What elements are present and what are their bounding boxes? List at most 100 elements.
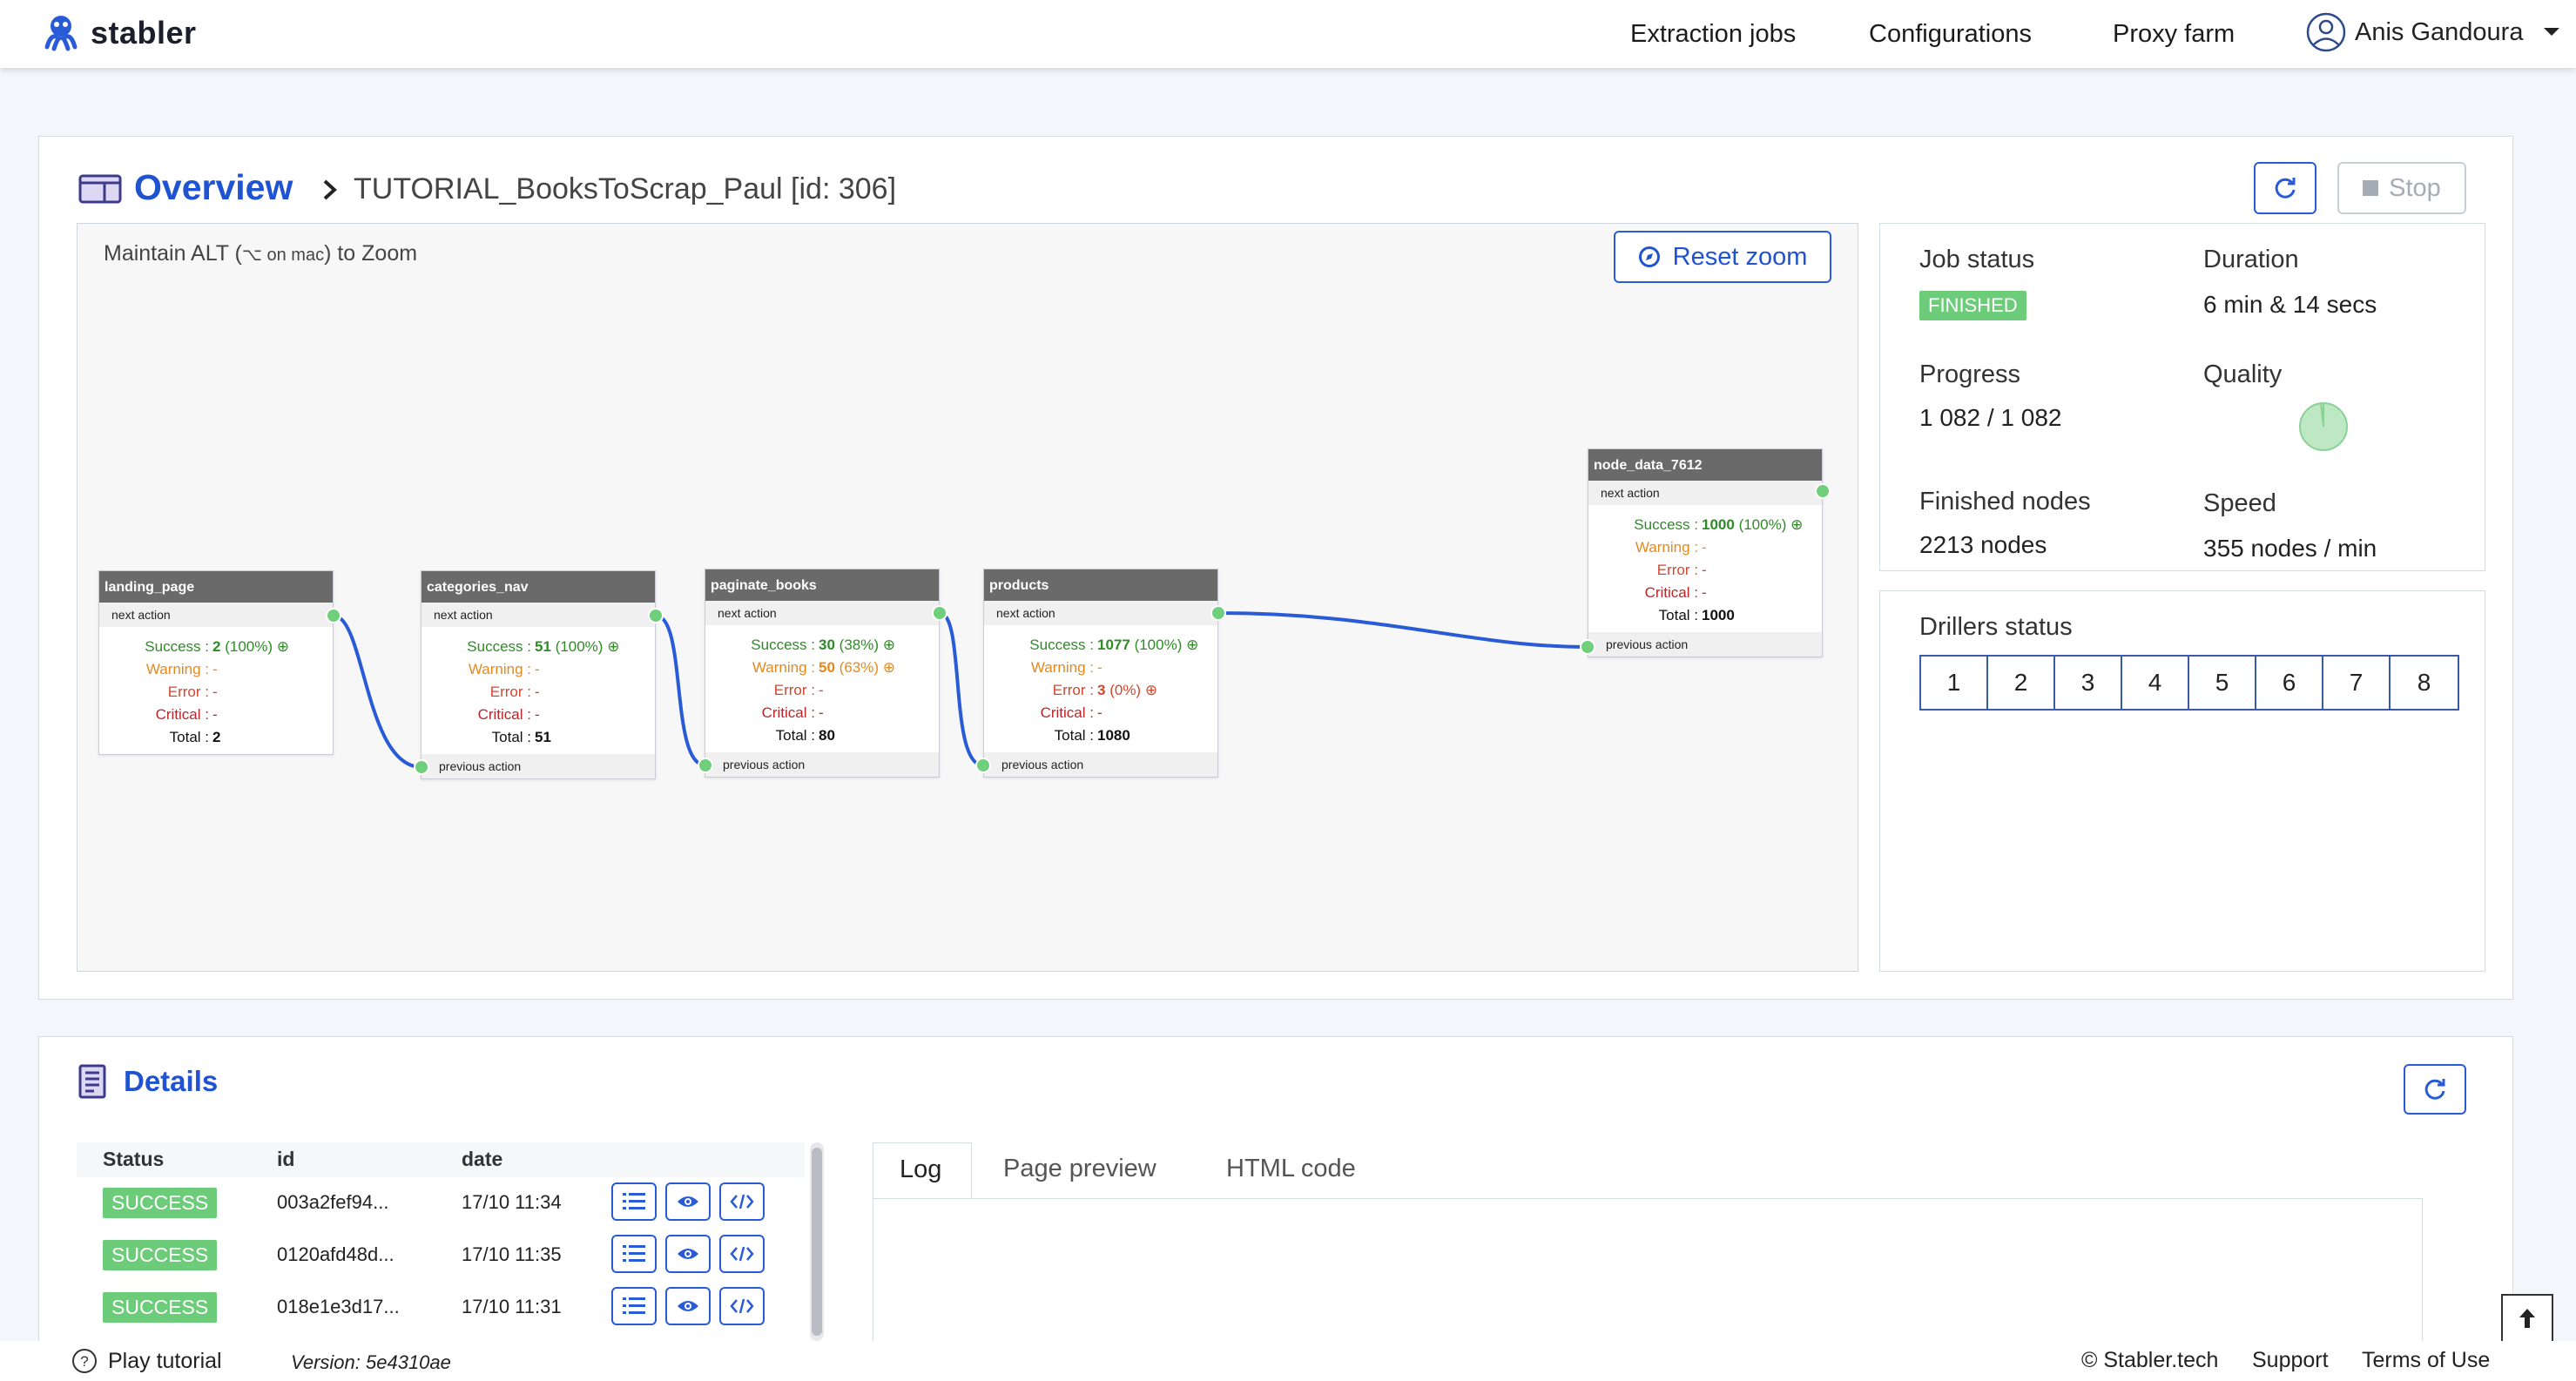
driller-cell[interactable]: 5 (2189, 657, 2256, 709)
brand-name: stabler (91, 15, 197, 51)
drillers-grid: 1 2 3 4 5 6 7 8 (1919, 655, 2459, 711)
job-graph-canvas[interactable]: Maintain ALT (⌥ on mac) to Zoom Reset zo… (77, 223, 1858, 972)
port-node-data-in[interactable] (1580, 639, 1595, 655)
speed-label: Speed (2203, 489, 2276, 517)
progress-label: Progress (1919, 360, 2021, 388)
tab-log[interactable]: Log (873, 1142, 972, 1198)
node-previous-action: previous action (984, 752, 1217, 777)
zoom-in-icon[interactable]: ⊕ (883, 637, 895, 653)
port-categories-out[interactable] (648, 608, 664, 623)
driller-cell[interactable]: 2 (1988, 657, 2055, 709)
port-node-data-out[interactable] (1815, 483, 1831, 499)
zoom-in-icon[interactable]: ⊕ (883, 659, 895, 676)
node-title: landing_page (99, 571, 333, 603)
view-html-button[interactable] (719, 1235, 765, 1273)
refresh-overview-button[interactable] (2254, 162, 2316, 214)
view-log-button[interactable] (611, 1235, 657, 1273)
refresh-details-button[interactable] (2404, 1064, 2466, 1115)
details-header: Details (78, 1064, 218, 1099)
nav-extraction-jobs[interactable]: Extraction jobs (1630, 20, 1796, 49)
user-name: Anis Gandoura (2355, 17, 2524, 46)
graph-node-landing-page[interactable]: landing_page next action Success :2 (100… (98, 570, 334, 755)
stop-button[interactable]: Stop (2337, 162, 2466, 214)
port-products-out[interactable] (1210, 605, 1226, 621)
drillers-label: Drillers status (1919, 613, 2073, 641)
driller-cell[interactable]: 8 (2391, 657, 2458, 709)
quality-label: Quality (2203, 360, 2283, 388)
row-id: 003a2fef94... (277, 1191, 389, 1213)
graph-node-paginate-books[interactable]: paginate_books next action Success :30 (… (705, 569, 940, 778)
job-name: TUTORIAL_BooksToScrap_Paul [id: 306] (354, 172, 897, 205)
eye-icon (678, 1301, 698, 1311)
tab-html-code[interactable]: HTML code (1226, 1155, 1356, 1183)
nav-proxy-farm[interactable]: Proxy farm (2113, 20, 2235, 49)
view-log-button[interactable] (611, 1287, 657, 1325)
zoom-in-icon[interactable]: ⊕ (277, 638, 289, 655)
node-next-action: next action (984, 601, 1217, 625)
tab-content-panel (873, 1198, 2423, 1341)
scroll-to-top-button[interactable] (2501, 1294, 2553, 1343)
view-html-button[interactable] (719, 1287, 765, 1325)
row-id: 018e1e3d17... (277, 1296, 400, 1317)
view-log-button[interactable] (611, 1182, 657, 1221)
preview-page-button[interactable] (665, 1287, 711, 1325)
view-html-button[interactable] (719, 1182, 765, 1221)
preview-page-button[interactable] (665, 1182, 711, 1221)
row-status-badge: SUCCESS (103, 1240, 218, 1270)
port-products-in[interactable] (975, 758, 991, 773)
port-paginate-in[interactable] (698, 758, 713, 773)
driller-cell[interactable]: 1 (1921, 657, 1988, 709)
node-next-action: next action (705, 601, 939, 625)
stop-label: Stop (2389, 173, 2441, 202)
preview-page-button[interactable] (665, 1235, 711, 1273)
node-title: categories_nav (421, 571, 655, 603)
row-status-badge: SUCCESS (103, 1292, 218, 1323)
play-tutorial-link[interactable]: ? Play tutorial (71, 1348, 222, 1374)
eye-icon (678, 1196, 698, 1207)
list-icon (623, 1245, 645, 1262)
edge-categories-to-paginate (655, 614, 706, 767)
driller-cell[interactable]: 3 (2055, 657, 2122, 709)
chevron-right-icon (323, 179, 337, 199)
user-menu[interactable]: Anis Gandoura (2306, 12, 2561, 52)
terms-link[interactable]: Terms of Use (2362, 1348, 2490, 1373)
graph-node-categories-nav[interactable]: categories_nav next action Success :51 (… (421, 570, 656, 779)
node-next-action: next action (1588, 481, 1822, 505)
node-title: products (984, 569, 1217, 601)
driller-cell[interactable]: 7 (2323, 657, 2391, 709)
job-status-badge: FINISHED (1919, 291, 2026, 320)
list-icon (623, 1193, 645, 1209)
eye-icon (678, 1249, 698, 1259)
zoom-in-icon[interactable]: ⊕ (1186, 637, 1198, 653)
finished-nodes-value: 2213 nodes (1919, 531, 2047, 558)
job-status-panel (1879, 223, 2485, 571)
port-paginate-out[interactable] (932, 605, 947, 621)
refresh-icon (2424, 1079, 2445, 1100)
driller-cell[interactable]: 4 (2122, 657, 2189, 709)
zoom-in-icon[interactable]: ⊕ (1790, 516, 1803, 533)
row-date: 17/10 11:31 (462, 1296, 562, 1317)
port-landing-out[interactable] (326, 608, 341, 623)
document-icon (78, 1064, 106, 1099)
graph-node-products[interactable]: products next action Success :1077 (100%… (983, 569, 1218, 778)
tab-page-preview[interactable]: Page preview (1003, 1155, 1157, 1183)
row-date: 17/10 11:34 (462, 1191, 562, 1213)
page-title: Overview (134, 167, 293, 207)
zoom-in-icon[interactable]: ⊕ (1145, 682, 1157, 698)
svg-text:?: ? (80, 1353, 88, 1370)
breadcrumb: TUTORIAL_BooksToScrap_Paul [id: 306] (322, 172, 896, 206)
driller-cell[interactable]: 6 (2256, 657, 2323, 709)
row-status-badge: SUCCESS (103, 1188, 218, 1218)
zoom-in-icon[interactable]: ⊕ (607, 638, 619, 655)
row-id: 0120afd48d... (277, 1243, 394, 1265)
logo[interactable]: stabler (38, 12, 197, 54)
table-scrollbar[interactable] (810, 1142, 824, 1341)
graph-node-data-7612[interactable]: node_data_7612 next action Success :1000… (1588, 448, 1823, 657)
arrow-up-icon (2519, 1309, 2535, 1328)
copyright: © Stabler.tech (2081, 1348, 2219, 1372)
port-categories-in[interactable] (414, 759, 429, 775)
support-link[interactable]: Support (2252, 1348, 2329, 1373)
nav-configurations[interactable]: Configurations (1869, 20, 2032, 49)
duration-label: Duration (2203, 246, 2299, 273)
help-circle-icon: ? (72, 1349, 97, 1373)
